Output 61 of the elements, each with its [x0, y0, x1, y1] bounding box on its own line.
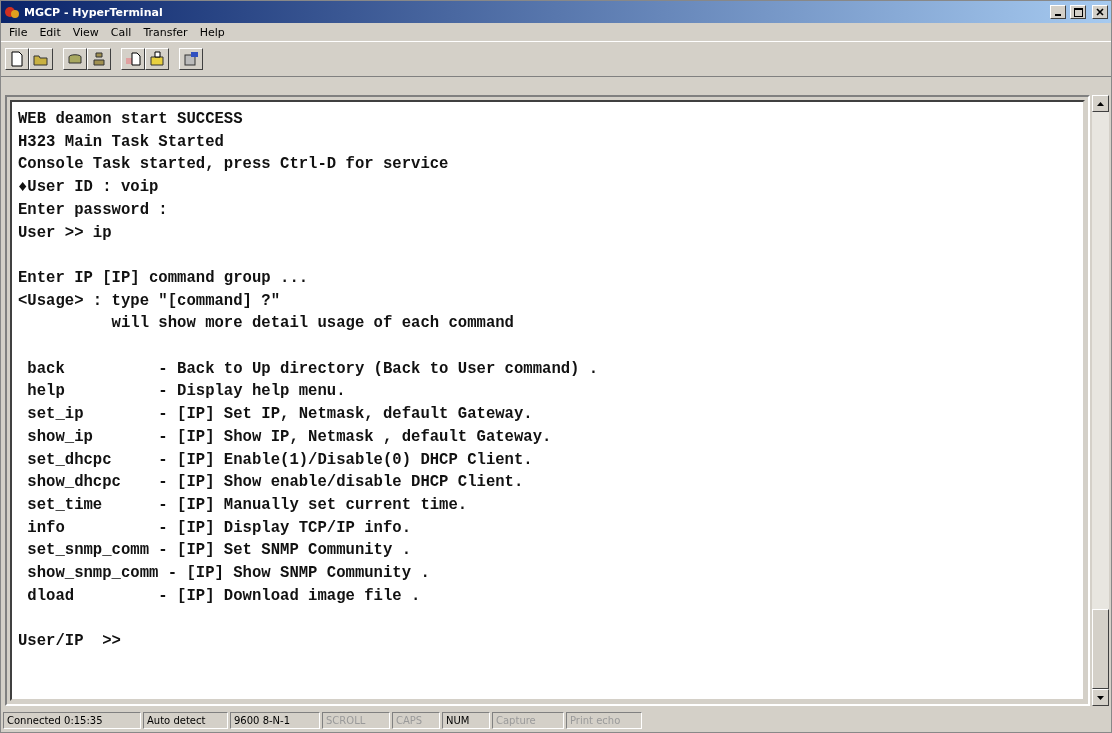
terminal-line: ♦User ID : voip	[18, 177, 159, 199]
maximize-button[interactable]	[1070, 5, 1086, 19]
menu-item[interactable]: Transfer	[137, 25, 194, 39]
terminal-line: info - [IP] Display TCP/IP info.	[26, 517, 412, 539]
terminal-line: User/IP >>	[18, 631, 121, 653]
status-field: Auto detect	[143, 711, 228, 729]
status-field: 9600 8-N-1	[230, 711, 320, 729]
menu-item[interactable]: Edit	[33, 25, 67, 39]
status-field: Print echo	[566, 711, 642, 729]
terminal-line: Console Task started, press Ctrl-D for service	[18, 154, 449, 176]
maximize-icon	[1073, 7, 1083, 17]
send-file-button[interactable]	[121, 48, 145, 70]
disconnect-phone-button[interactable]	[87, 48, 111, 70]
terminal-line: set_time - [IP] Manually set current time.	[26, 494, 468, 516]
status-field: Capture	[492, 711, 564, 729]
phone-icon	[67, 51, 83, 67]
terminal-line: WEB deamon start SUCCESS	[18, 109, 243, 130]
terminal-line: show_snmp_comm - [IP] Show SNMP Community .	[26, 563, 430, 585]
new-file-button[interactable]	[5, 48, 29, 70]
menu-item[interactable]: Call	[104, 25, 138, 39]
terminal-line: show_dhcpc - [IP] Show enable/disable DHCP Client.	[26, 472, 524, 494]
terminal-line: <Usage> : type "[command] ?"	[18, 290, 281, 312]
close-button[interactable]	[1092, 5, 1108, 19]
terminal-line: Enter IP [IP] command group ...	[18, 267, 309, 289]
up-arrow-icon	[1097, 101, 1104, 106]
receive-file-button[interactable]	[145, 48, 169, 70]
close-icon	[1096, 8, 1104, 16]
menu-item[interactable]: Help	[193, 25, 231, 39]
open-folder-button[interactable]	[29, 48, 53, 70]
terminal-line: set_snmp_comm - [IP] Set SNMP Community .	[26, 540, 412, 562]
new-file-icon	[9, 51, 25, 67]
terminal-line: H323 Main Task Started	[18, 131, 224, 153]
status-field: Connected 0:15:35	[3, 711, 141, 729]
terminal-line: dload - [IP] Download image file .	[26, 585, 421, 607]
minimize-button[interactable]	[1050, 5, 1066, 19]
status-field: CAPS	[392, 711, 440, 729]
receive-file-icon	[149, 51, 165, 67]
terminal-line: set_ip - [IP] Set IP, Netmask, default Gateway.	[26, 404, 533, 426]
status-field: NUM	[442, 711, 490, 729]
terminal-line: back - Back to Up directory (Back to User command) .	[26, 358, 599, 380]
down-arrow-icon	[1097, 695, 1104, 700]
status-field: SCROLL	[322, 711, 390, 729]
terminal-line: show_ip - [IP] Show IP, Netmask , default Gateway.	[26, 426, 552, 448]
window-title: MGCP - HyperTerminal	[24, 5, 164, 19]
scroll-thumb[interactable]	[1092, 609, 1109, 689]
terminal-line: will show more detail usage of each command	[110, 313, 514, 335]
send-file-icon	[125, 51, 141, 67]
menu-item[interactable]: File	[3, 25, 34, 39]
terminal-line: Enter password :	[18, 199, 168, 221]
terminal-line: User >> ip	[18, 222, 112, 244]
disconnect-phone-icon	[91, 51, 107, 67]
menu-item[interactable]: View	[66, 25, 105, 39]
scroll-up-button[interactable]	[1092, 95, 1109, 112]
scroll-down-button[interactable]	[1092, 689, 1109, 706]
properties-button[interactable]	[179, 48, 203, 70]
terminal-line: set_dhcpc - [IP] Enable(1)/Disable(0) DHCP Client.	[26, 449, 533, 471]
vertical-scrollbar[interactable]	[1092, 95, 1109, 706]
phone-button[interactable]	[63, 48, 87, 70]
properties-icon	[183, 51, 199, 67]
terminal-line: help - Display help menu.	[26, 381, 346, 403]
app-icon	[4, 4, 20, 20]
